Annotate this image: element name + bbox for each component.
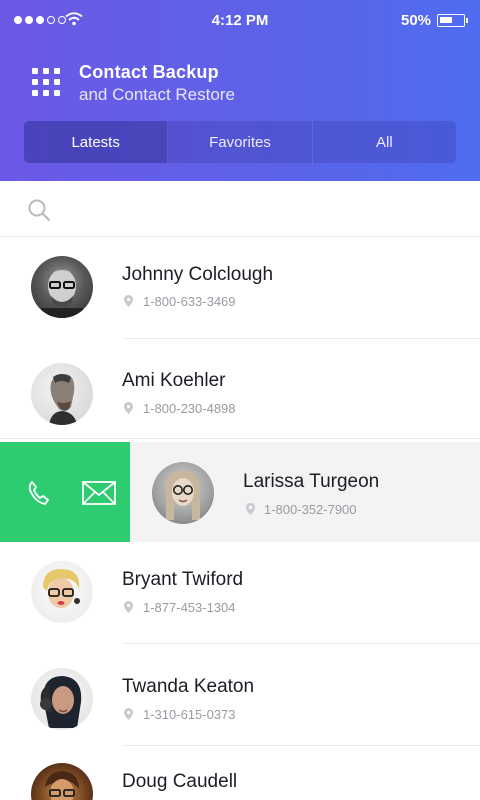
contact-row[interactable]: Ami Koehler 1-800-230-4898: [0, 337, 480, 439]
search-icon[interactable]: [27, 198, 51, 222]
contact-name: Johnny Colclough: [122, 264, 274, 285]
contact-name: Ami Koehler: [122, 370, 226, 391]
mail-icon[interactable]: [82, 481, 116, 505]
avatar: [31, 668, 93, 730]
contact-name: Doug Caudell: [122, 771, 238, 792]
battery-fill: [440, 17, 452, 23]
contact-phone: 1-800-633-3469: [143, 294, 236, 309]
pin-icon: [124, 601, 133, 613]
row-divider: [0, 438, 480, 439]
contact-name: Larissa Turgeon: [243, 471, 380, 492]
pin-icon: [124, 708, 133, 720]
tab-bar: Latests Favorites All: [24, 121, 456, 163]
contact-row[interactable]: Johnny Colclough 1-800-633-3469: [0, 237, 480, 339]
swipe-actions: [0, 442, 130, 542]
contact-row[interactable]: Doug Caudell: [0, 747, 480, 800]
battery-icon: [437, 14, 468, 27]
tab-all[interactable]: All: [313, 121, 456, 163]
app-title: Contact Backup: [79, 62, 219, 82]
search-bar[interactable]: [0, 181, 480, 237]
avatar: [31, 561, 93, 623]
avatar: [31, 256, 93, 318]
pin-icon: [124, 295, 133, 307]
contact-phone: 1-800-230-4898: [143, 401, 236, 416]
contact-row-swiped[interactable]: Larissa Turgeon 1-800-352-7900: [0, 442, 480, 542]
status-bar: 4:12 PM 50%: [0, 0, 480, 40]
app-subtitle: and Contact Restore: [79, 85, 235, 104]
battery-tip: [466, 18, 468, 23]
phone-icon[interactable]: [27, 480, 49, 506]
avatar: [31, 763, 93, 800]
pin-icon: [124, 402, 133, 414]
contact-phone: 1-877-453-1304: [143, 600, 236, 615]
avatar: [31, 363, 93, 425]
row-divider: [122, 745, 480, 746]
battery-percentage: 50%: [401, 12, 432, 29]
grid-icon[interactable]: [32, 68, 62, 98]
contact-row[interactable]: Bryant Twiford 1-877-453-1304: [0, 542, 480, 644]
tab-favorites[interactable]: Favorites: [168, 121, 313, 163]
pin-icon: [246, 503, 255, 515]
contact-name: Twanda Keaton: [122, 676, 255, 697]
contact-row[interactable]: Twanda Keaton 1-310-615-0373: [0, 644, 480, 746]
contact-name: Bryant Twiford: [122, 569, 244, 590]
contact-phone: 1-310-615-0373: [143, 707, 236, 722]
app-header: 4:12 PM 50% Contact Backup and Contact R…: [0, 0, 480, 181]
avatar: [152, 462, 214, 524]
contact-phone: 1-800-352-7900: [264, 502, 357, 517]
tab-latests[interactable]: Latests: [24, 121, 169, 163]
